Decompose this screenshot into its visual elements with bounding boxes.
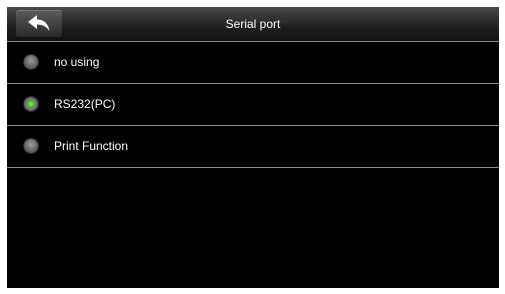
radio-button[interactable]	[24, 55, 38, 69]
option-rs232-pc[interactable]: RS232(PC)	[7, 84, 499, 126]
option-no-using[interactable]: no using	[7, 42, 499, 84]
radio-button[interactable]	[24, 139, 38, 153]
radio-button-selected[interactable]	[24, 97, 38, 111]
option-label: RS232(PC)	[54, 97, 116, 111]
title-bar: Serial port	[7, 7, 499, 42]
serial-port-screen: Serial port no using RS232(PC) Print Fun…	[7, 7, 499, 288]
option-label: Print Function	[54, 139, 129, 153]
page-title: Serial port	[225, 17, 281, 31]
option-label: no using	[54, 55, 100, 69]
option-print-function[interactable]: Print Function	[7, 126, 499, 168]
